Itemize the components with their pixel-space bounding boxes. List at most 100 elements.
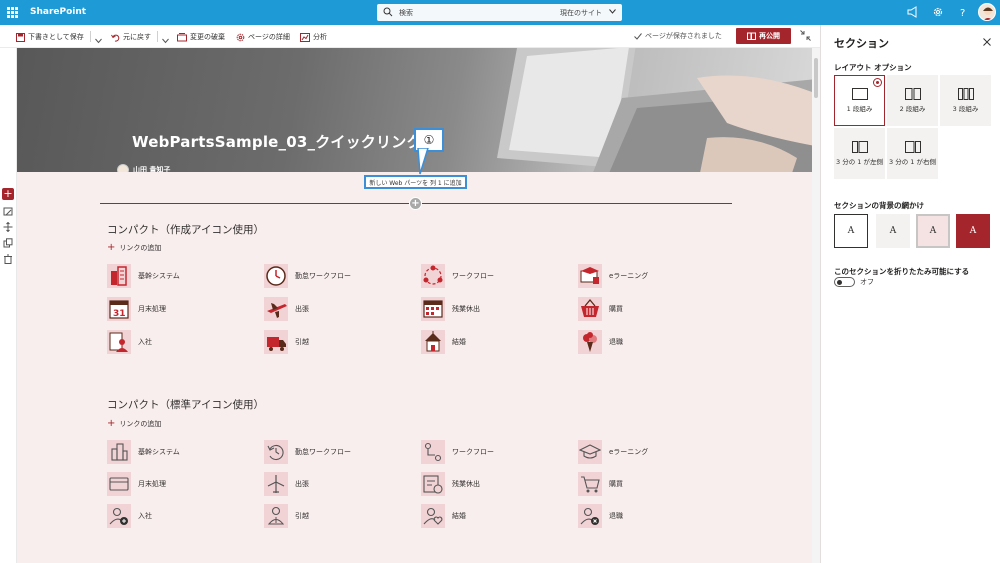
quick-link[interactable]: 31 月末処理 <box>107 297 166 321</box>
quick-link[interactable]: 出張 <box>264 297 309 321</box>
quick-link[interactable]: 引越 <box>264 330 309 354</box>
quick-link-label: 退職 <box>609 338 623 346</box>
quick-link[interactable]: 出張 <box>264 472 309 496</box>
add-webpart-button[interactable]: + <box>409 197 422 210</box>
quick-link[interactable]: ワークフロー <box>421 440 494 464</box>
one-third-left-icon <box>851 141 868 153</box>
quick-link-label: 入社 <box>138 338 152 346</box>
divider <box>90 31 91 42</box>
quick-link-label: 勤怠ワークフロー <box>295 448 351 456</box>
quick-link-label: 入社 <box>138 512 152 520</box>
quick-link-label: 退職 <box>609 512 623 520</box>
analytics-icon <box>300 32 310 42</box>
quick-link[interactable]: 購買 <box>578 297 623 321</box>
panel-title: セクション <box>834 37 889 50</box>
quicklinks-title-2[interactable]: コンパクト（標準アイコン使用） <box>107 397 264 412</box>
quick-link-label: ワークフロー <box>452 448 494 456</box>
hero-banner[interactable]: WebPartsSample_03_クイックリンク <box>17 48 812 172</box>
chevron-down-icon[interactable] <box>609 9 616 14</box>
airplane-icon <box>264 297 288 321</box>
help-icon[interactable]: ? <box>957 6 969 18</box>
quick-link[interactable]: ワークフロー <box>421 264 494 288</box>
background-strong[interactable]: A <box>956 214 990 248</box>
move-icon[interactable] <box>3 222 13 232</box>
megaphone-icon[interactable] <box>907 6 919 18</box>
book-icon <box>747 32 756 40</box>
section-toolbar: + <box>0 48 16 563</box>
background-soft[interactable]: A <box>916 214 950 248</box>
quick-link[interactable]: eラーニング <box>578 264 648 288</box>
quick-link[interactable]: 勤怠ワークフロー <box>264 264 351 288</box>
quick-link[interactable]: 基幹システム <box>107 264 180 288</box>
callout-pointer <box>417 148 429 175</box>
add-link-button-2[interactable]: + リンクの追加 <box>107 419 161 429</box>
avatar[interactable] <box>978 3 996 21</box>
chapel-icon <box>421 330 445 354</box>
app-name[interactable]: SharePoint <box>30 7 86 17</box>
quick-link-label: 結婚 <box>452 338 466 346</box>
divider <box>157 31 158 42</box>
quick-link[interactable]: 残業休出 <box>421 297 480 321</box>
undo-button[interactable]: 元に戻す <box>111 31 151 43</box>
remove-person-icon <box>578 504 602 528</box>
collapsible-toggle[interactable] <box>834 277 855 287</box>
add-person-icon <box>107 504 131 528</box>
quicklinks-title-1[interactable]: コンパクト（作成アイコン使用） <box>107 222 264 237</box>
quick-link[interactable]: 勤怠ワークフロー <box>264 440 351 464</box>
quick-link[interactable]: 購買 <box>578 472 623 496</box>
city-icon <box>107 440 131 464</box>
background-neutral[interactable]: A <box>876 214 910 248</box>
page-title[interactable]: WebPartsSample_03_クイックリンク <box>132 131 422 152</box>
chevron-down-icon[interactable] <box>162 35 169 47</box>
scrollbar-thumb[interactable] <box>814 58 818 98</box>
quick-link-label: eラーニング <box>609 272 649 280</box>
discard-button[interactable]: 変更の破棄 <box>177 31 225 43</box>
delete-icon[interactable] <box>3 254 13 264</box>
duplicate-icon[interactable] <box>3 238 13 248</box>
layout-three-columns[interactable]: 3 段組み <box>940 75 991 126</box>
toggle-state: オフ <box>860 278 874 286</box>
layout-one-third-right[interactable]: 3 分の 1 が右側 <box>887 128 938 179</box>
layout-one-column[interactable]: 1 段組み <box>834 75 885 126</box>
edit-section-icon[interactable] <box>3 207 13 217</box>
search-input[interactable]: 検索 現在のサイト <box>377 4 622 21</box>
page-details-button[interactable]: ページの詳細 <box>236 31 290 43</box>
search-scope[interactable]: 現在のサイト <box>560 8 602 18</box>
saved-status: ページが保存されました <box>634 31 722 41</box>
quick-link[interactable]: 引越 <box>264 504 309 528</box>
add-section-button[interactable]: + <box>2 188 14 200</box>
quick-link[interactable]: eラーニング <box>578 440 648 464</box>
two-column-icon <box>904 88 921 100</box>
layout-heading: レイアウト オプション <box>834 63 912 72</box>
layout-two-columns[interactable]: 2 段組み <box>887 75 938 126</box>
analytics-button[interactable]: 分析 <box>300 31 327 43</box>
quick-link[interactable]: 結婚 <box>421 330 466 354</box>
quick-link[interactable]: 退職 <box>578 504 623 528</box>
quick-link[interactable]: 入社 <box>107 504 152 528</box>
scrollbar[interactable] <box>812 48 820 563</box>
flower-bouquet-icon <box>578 330 602 354</box>
chevron-down-icon[interactable] <box>95 35 102 47</box>
close-icon[interactable] <box>983 38 991 46</box>
quick-link[interactable]: 月末処理 <box>107 472 166 496</box>
quick-link[interactable]: 結婚 <box>421 504 466 528</box>
three-column-icon <box>957 88 974 100</box>
gear-icon[interactable] <box>932 6 944 18</box>
republish-button[interactable]: 再公開 <box>736 28 791 44</box>
save-draft-button[interactable]: 下書きとして保存 <box>16 31 84 43</box>
quick-link[interactable]: 退職 <box>578 330 623 354</box>
quick-link[interactable]: 入社 <box>107 330 152 354</box>
calendar-grid-icon <box>421 297 445 321</box>
discard-icon <box>177 32 187 41</box>
search-placeholder: 検索 <box>399 9 413 17</box>
collapse-icon[interactable] <box>800 30 811 41</box>
background-none[interactable]: A <box>834 214 868 248</box>
undo-icon <box>111 34 120 42</box>
quick-link[interactable]: 残業休出 <box>421 472 480 496</box>
quick-link-label: 残業休出 <box>452 480 480 488</box>
collapsible-toggle-row: オフ <box>834 277 874 287</box>
quick-link[interactable]: 基幹システム <box>107 440 180 464</box>
app-launcher-icon[interactable] <box>7 7 18 18</box>
add-link-button-1[interactable]: + リンクの追加 <box>107 243 161 253</box>
layout-one-third-left[interactable]: 3 分の 1 が左側 <box>834 128 885 179</box>
